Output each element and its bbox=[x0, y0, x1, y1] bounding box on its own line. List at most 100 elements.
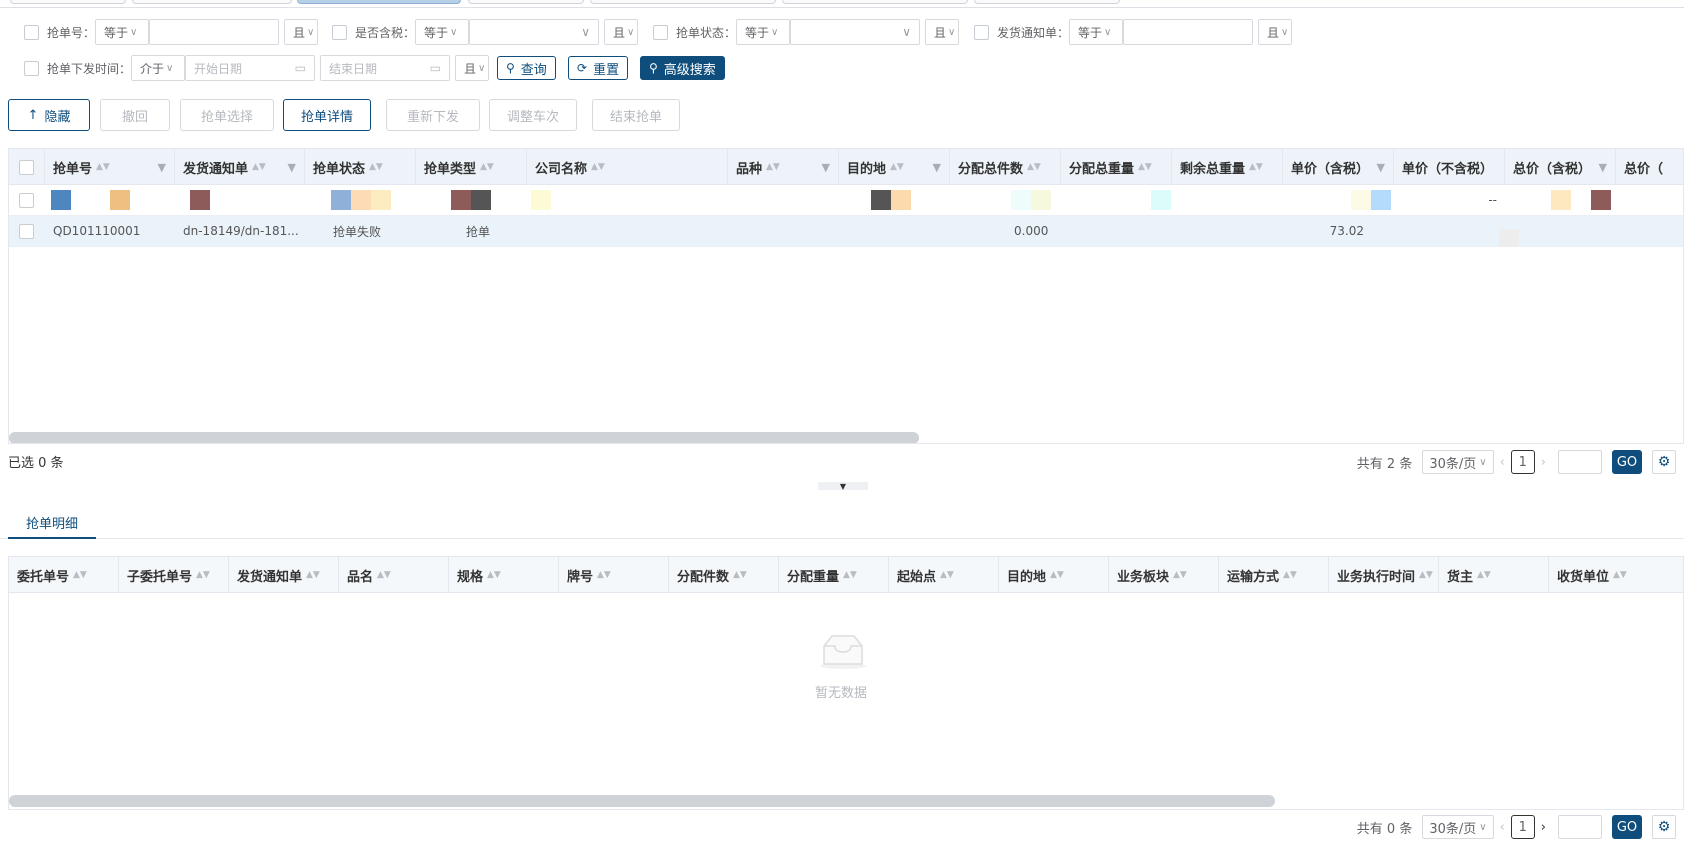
col-header-remaining-weight[interactable]: 剩余总重量 ▲▼ bbox=[1172, 149, 1283, 185]
col-header-exec-time[interactable]: 业务执行时间 ▲▼ bbox=[1329, 557, 1439, 593]
filter-checkbox[interactable] bbox=[974, 24, 989, 40]
col-header-unit-price-notax[interactable]: 单价（不含税） bbox=[1394, 149, 1505, 185]
filter-checkbox[interactable] bbox=[653, 24, 668, 40]
sort-icon[interactable]: ▲▼ bbox=[1050, 570, 1064, 580]
hide-button[interactable]: ↑ 隐藏 bbox=[8, 99, 90, 131]
row-checkbox[interactable] bbox=[19, 192, 34, 208]
sort-icon[interactable]: ▲▼ bbox=[369, 162, 383, 172]
goto-page-input[interactable] bbox=[1558, 450, 1602, 474]
sort-icon[interactable]: ▲▼ bbox=[377, 570, 391, 580]
sort-icon[interactable]: ▲▼ bbox=[1027, 162, 1041, 172]
col-header-total-price-tax[interactable]: 总价（含税） ▼ bbox=[1505, 149, 1616, 185]
col-header-pieces[interactable]: 分配件数 ▲▼ bbox=[669, 557, 779, 593]
sort-icon[interactable]: ▲▼ bbox=[252, 162, 266, 172]
col-header-order-no[interactable]: 抢单号 ▲▼ ▼ bbox=[45, 149, 175, 185]
operator-select[interactable]: 等于 ∨ bbox=[415, 19, 470, 45]
col-header-sub-consign-no[interactable]: 子委托单号 ▲▼ bbox=[119, 557, 229, 593]
horizontal-scrollbar[interactable] bbox=[9, 432, 919, 443]
goto-page-input[interactable] bbox=[1558, 815, 1602, 839]
logic-select[interactable]: 且 ∨ bbox=[284, 19, 319, 45]
sort-icon[interactable]: ▲▼ bbox=[733, 570, 747, 580]
logic-select[interactable]: 且 ∨ bbox=[925, 19, 960, 45]
gear-icon[interactable]: ⚙ bbox=[1652, 450, 1676, 474]
order-detail-button[interactable]: 抢单详情 bbox=[283, 99, 371, 131]
sort-icon[interactable]: ▲▼ bbox=[1477, 570, 1491, 580]
reissue-button[interactable]: 重新下发 bbox=[386, 99, 480, 131]
filter-checkbox[interactable] bbox=[24, 24, 39, 40]
filter-icon[interactable]: ▼ bbox=[288, 161, 296, 174]
advanced-search-button[interactable]: ⚲ 高级搜索 bbox=[640, 56, 725, 80]
sort-icon[interactable]: ▲▼ bbox=[73, 570, 87, 580]
col-header-total-pieces[interactable]: 分配总件数 ▲▼ bbox=[950, 149, 1061, 185]
sort-icon[interactable]: ▲▼ bbox=[1173, 570, 1187, 580]
logic-select[interactable]: 且 ∨ bbox=[604, 19, 639, 45]
col-header-destination[interactable]: 目的地 ▲▼ bbox=[999, 557, 1109, 593]
sort-icon[interactable]: ▲▼ bbox=[1419, 570, 1433, 580]
end-date-input[interactable]: 结束日期 ▭ bbox=[320, 55, 451, 81]
logic-select[interactable]: 且 ∨ bbox=[455, 55, 490, 81]
filter-icon[interactable]: ▼ bbox=[1599, 161, 1607, 174]
page-size-select[interactable]: 30条/页 ∨ bbox=[1422, 815, 1494, 839]
col-header-spec[interactable]: 规格 ▲▼ bbox=[449, 557, 559, 593]
col-header-total-price[interactable]: 总价（ bbox=[1616, 149, 1683, 185]
prev-page-icon[interactable]: ‹ bbox=[1500, 820, 1505, 835]
col-header-business-segment[interactable]: 业务板块 ▲▼ bbox=[1109, 557, 1219, 593]
sort-icon[interactable]: ▲▼ bbox=[1138, 162, 1152, 172]
filter-icon[interactable]: ▼ bbox=[933, 161, 941, 174]
col-header-weight[interactable]: 分配重量 ▲▼ bbox=[779, 557, 889, 593]
sort-icon[interactable]: ▲▼ bbox=[591, 162, 605, 172]
col-header-variety[interactable]: 品种 ▲▼ ▼ bbox=[728, 149, 839, 185]
top-tab[interactable] bbox=[10, 0, 126, 4]
sort-icon[interactable]: ▲▼ bbox=[306, 570, 320, 580]
sort-icon[interactable]: ▲▼ bbox=[1283, 570, 1297, 580]
col-header-grade[interactable]: 牌号 ▲▼ bbox=[559, 557, 669, 593]
col-header-company[interactable]: 公司名称 ▲▼ bbox=[527, 149, 728, 185]
logic-select[interactable]: 且 ∨ bbox=[1258, 19, 1293, 45]
withdraw-button[interactable]: 撤回 bbox=[100, 99, 170, 131]
col-header-delivery-notice[interactable]: 发货通知单 ▲▼ ▼ bbox=[175, 149, 305, 185]
col-header-unit-price-tax[interactable]: 单价（含税） ▼ bbox=[1283, 149, 1394, 185]
col-header-destination[interactable]: 目的地 ▲▼ ▼ bbox=[839, 149, 950, 185]
col-header-transport-mode[interactable]: 运输方式 ▲▼ bbox=[1219, 557, 1329, 593]
sort-icon[interactable]: ▲▼ bbox=[1249, 162, 1263, 172]
select-order-button[interactable]: 抢单选择 bbox=[180, 99, 274, 131]
reset-button[interactable]: ⟳ 重置 bbox=[568, 56, 629, 80]
gear-icon[interactable]: ⚙ bbox=[1652, 815, 1676, 839]
top-tab[interactable] bbox=[782, 0, 968, 4]
top-tab[interactable] bbox=[468, 0, 584, 4]
go-button[interactable]: GO bbox=[1612, 450, 1642, 474]
filter-icon[interactable]: ▼ bbox=[822, 161, 830, 174]
operator-select[interactable]: 介于 ∨ bbox=[131, 55, 186, 81]
page-size-select[interactable]: 30条/页 ∨ bbox=[1422, 450, 1494, 474]
page-number[interactable]: 1 bbox=[1510, 815, 1535, 839]
status-select[interactable]: ∨ bbox=[790, 19, 921, 45]
sort-icon[interactable]: ▲▼ bbox=[480, 162, 494, 172]
col-header-total-weight[interactable]: 分配总重量 ▲▼ bbox=[1061, 149, 1172, 185]
go-button[interactable]: GO bbox=[1612, 815, 1642, 839]
next-page-icon[interactable]: › bbox=[1541, 455, 1546, 470]
panel-splitter-handle[interactable]: ▼ bbox=[818, 482, 868, 491]
sort-icon[interactable]: ▲▼ bbox=[940, 570, 954, 580]
sort-icon[interactable]: ▲▼ bbox=[766, 162, 780, 172]
col-header-order-status[interactable]: 抢单状态 ▲▼ bbox=[305, 149, 416, 185]
tax-select[interactable]: ∨ bbox=[469, 19, 600, 45]
sort-icon[interactable]: ▲▼ bbox=[1613, 570, 1627, 580]
filter-checkbox[interactable] bbox=[24, 60, 39, 76]
query-button[interactable]: ⚲ 查询 bbox=[497, 56, 556, 80]
col-header-origin[interactable]: 起始点 ▲▼ bbox=[889, 557, 999, 593]
table-row[interactable]: -- bbox=[9, 185, 1683, 216]
filter-checkbox[interactable] bbox=[332, 24, 347, 40]
sort-icon[interactable]: ▲▼ bbox=[487, 570, 501, 580]
sort-icon[interactable]: ▲▼ bbox=[597, 570, 611, 580]
col-header-product-name[interactable]: 品名 ▲▼ bbox=[339, 557, 449, 593]
tab-order-detail[interactable]: 抢单明细 bbox=[8, 507, 96, 539]
sort-icon[interactable]: ▲▼ bbox=[890, 162, 904, 172]
select-all-checkbox[interactable] bbox=[19, 159, 34, 175]
end-order-button[interactable]: 结束抢单 bbox=[592, 99, 680, 131]
filter-icon[interactable]: ▼ bbox=[1377, 161, 1385, 174]
col-header-delivery-notice[interactable]: 发货通知单 ▲▼ bbox=[229, 557, 339, 593]
sort-icon[interactable]: ▲▼ bbox=[843, 570, 857, 580]
operator-select[interactable]: 等于 ∨ bbox=[1069, 19, 1124, 45]
top-tab-active[interactable] bbox=[297, 0, 461, 4]
table-row-selected[interactable]: QD101110001 dn-18149/dn-181... 抢单失败 抢单 0… bbox=[9, 216, 1683, 247]
